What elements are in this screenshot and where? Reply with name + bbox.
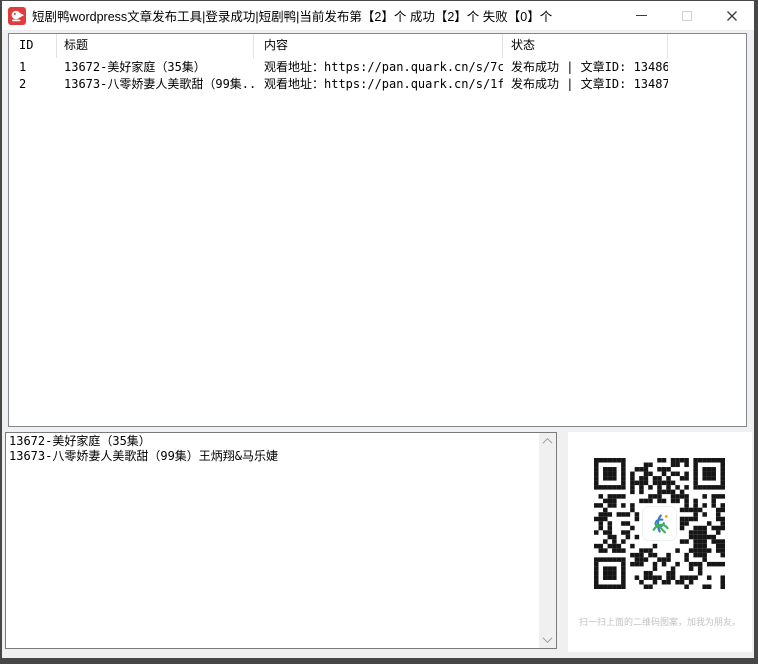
- table-header: ID 标题 内容 状态: [9, 34, 746, 58]
- maximize-button[interactable]: [664, 1, 709, 31]
- close-icon: [726, 10, 738, 22]
- maximize-icon: [682, 11, 692, 21]
- column-header-content[interactable]: 内容: [254, 34, 503, 58]
- scroll-up-button[interactable]: [539, 433, 556, 450]
- titlebar[interactable]: 短剧鸭wordpress文章发布工具|登录成功|短剧鸭|当前发布第【2】个 成功…: [2, 1, 754, 31]
- log-scrollbar[interactable]: [539, 433, 556, 648]
- cell-title: 13672-美好家庭（35集）: [57, 59, 254, 76]
- table-row[interactable]: 1 13672-美好家庭（35集） 观看地址：https://pan.quark…: [9, 59, 746, 76]
- column-header-status[interactable]: 状态: [503, 34, 668, 58]
- qr-code-image: [594, 458, 725, 589]
- app-window: 短剧鸭wordpress文章发布工具|登录成功|短剧鸭|当前发布第【2】个 成功…: [0, 0, 758, 664]
- log-textarea[interactable]: 13672-美好家庭（35集） 13673-八零娇妻人美歌甜（99集）王炳翔&马…: [5, 432, 557, 649]
- table-row[interactable]: 2 13673-八零娇妻人美歌甜（99集... 观看地址：https://pan…: [9, 76, 746, 93]
- window-controls: [619, 1, 754, 31]
- scroll-down-button[interactable]: [539, 631, 556, 648]
- cell-status: 发布成功 | 文章ID: 13487: [503, 76, 668, 93]
- minimize-button[interactable]: [619, 1, 664, 31]
- log-text: 13672-美好家庭（35集） 13673-八零娇妻人美歌甜（99集）王炳翔&马…: [9, 434, 536, 646]
- cell-content: 观看地址：https://pan.quark.cn/s/1f...: [254, 76, 503, 93]
- column-header-filler: [668, 34, 746, 58]
- qr-center-logo-icon: [642, 506, 677, 541]
- close-button[interactable]: [709, 1, 754, 31]
- chevron-down-icon: [543, 633, 553, 643]
- cell-title: 13673-八零娇妻人美歌甜（99集...: [57, 76, 254, 93]
- qr-caption: 扫一扫上面的二维码图案，加我为朋友。: [568, 615, 752, 628]
- minimize-icon: [636, 15, 647, 16]
- cell-status: 发布成功 | 文章ID: 13486: [503, 59, 668, 76]
- column-header-title[interactable]: 标题: [57, 34, 254, 58]
- article-table: ID 标题 内容 状态 1 13672-美好家庭（35集） 观看地址：https…: [8, 33, 747, 427]
- window-title: 短剧鸭wordpress文章发布工具|登录成功|短剧鸭|当前发布第【2】个 成功…: [32, 6, 619, 25]
- cell-id: 2: [9, 76, 57, 93]
- cell-id: 1: [9, 59, 57, 76]
- table-body: 1 13672-美好家庭（35集） 观看地址：https://pan.quark…: [9, 58, 746, 93]
- qr-panel: 扫一扫上面的二维码图案，加我为朋友。: [568, 432, 752, 652]
- column-header-id[interactable]: ID: [9, 34, 57, 58]
- chevron-up-icon: [543, 438, 553, 448]
- duck-logo-icon[interactable]: [8, 7, 26, 25]
- cell-content: 观看地址：https://pan.quark.cn/s/7c...: [254, 59, 503, 76]
